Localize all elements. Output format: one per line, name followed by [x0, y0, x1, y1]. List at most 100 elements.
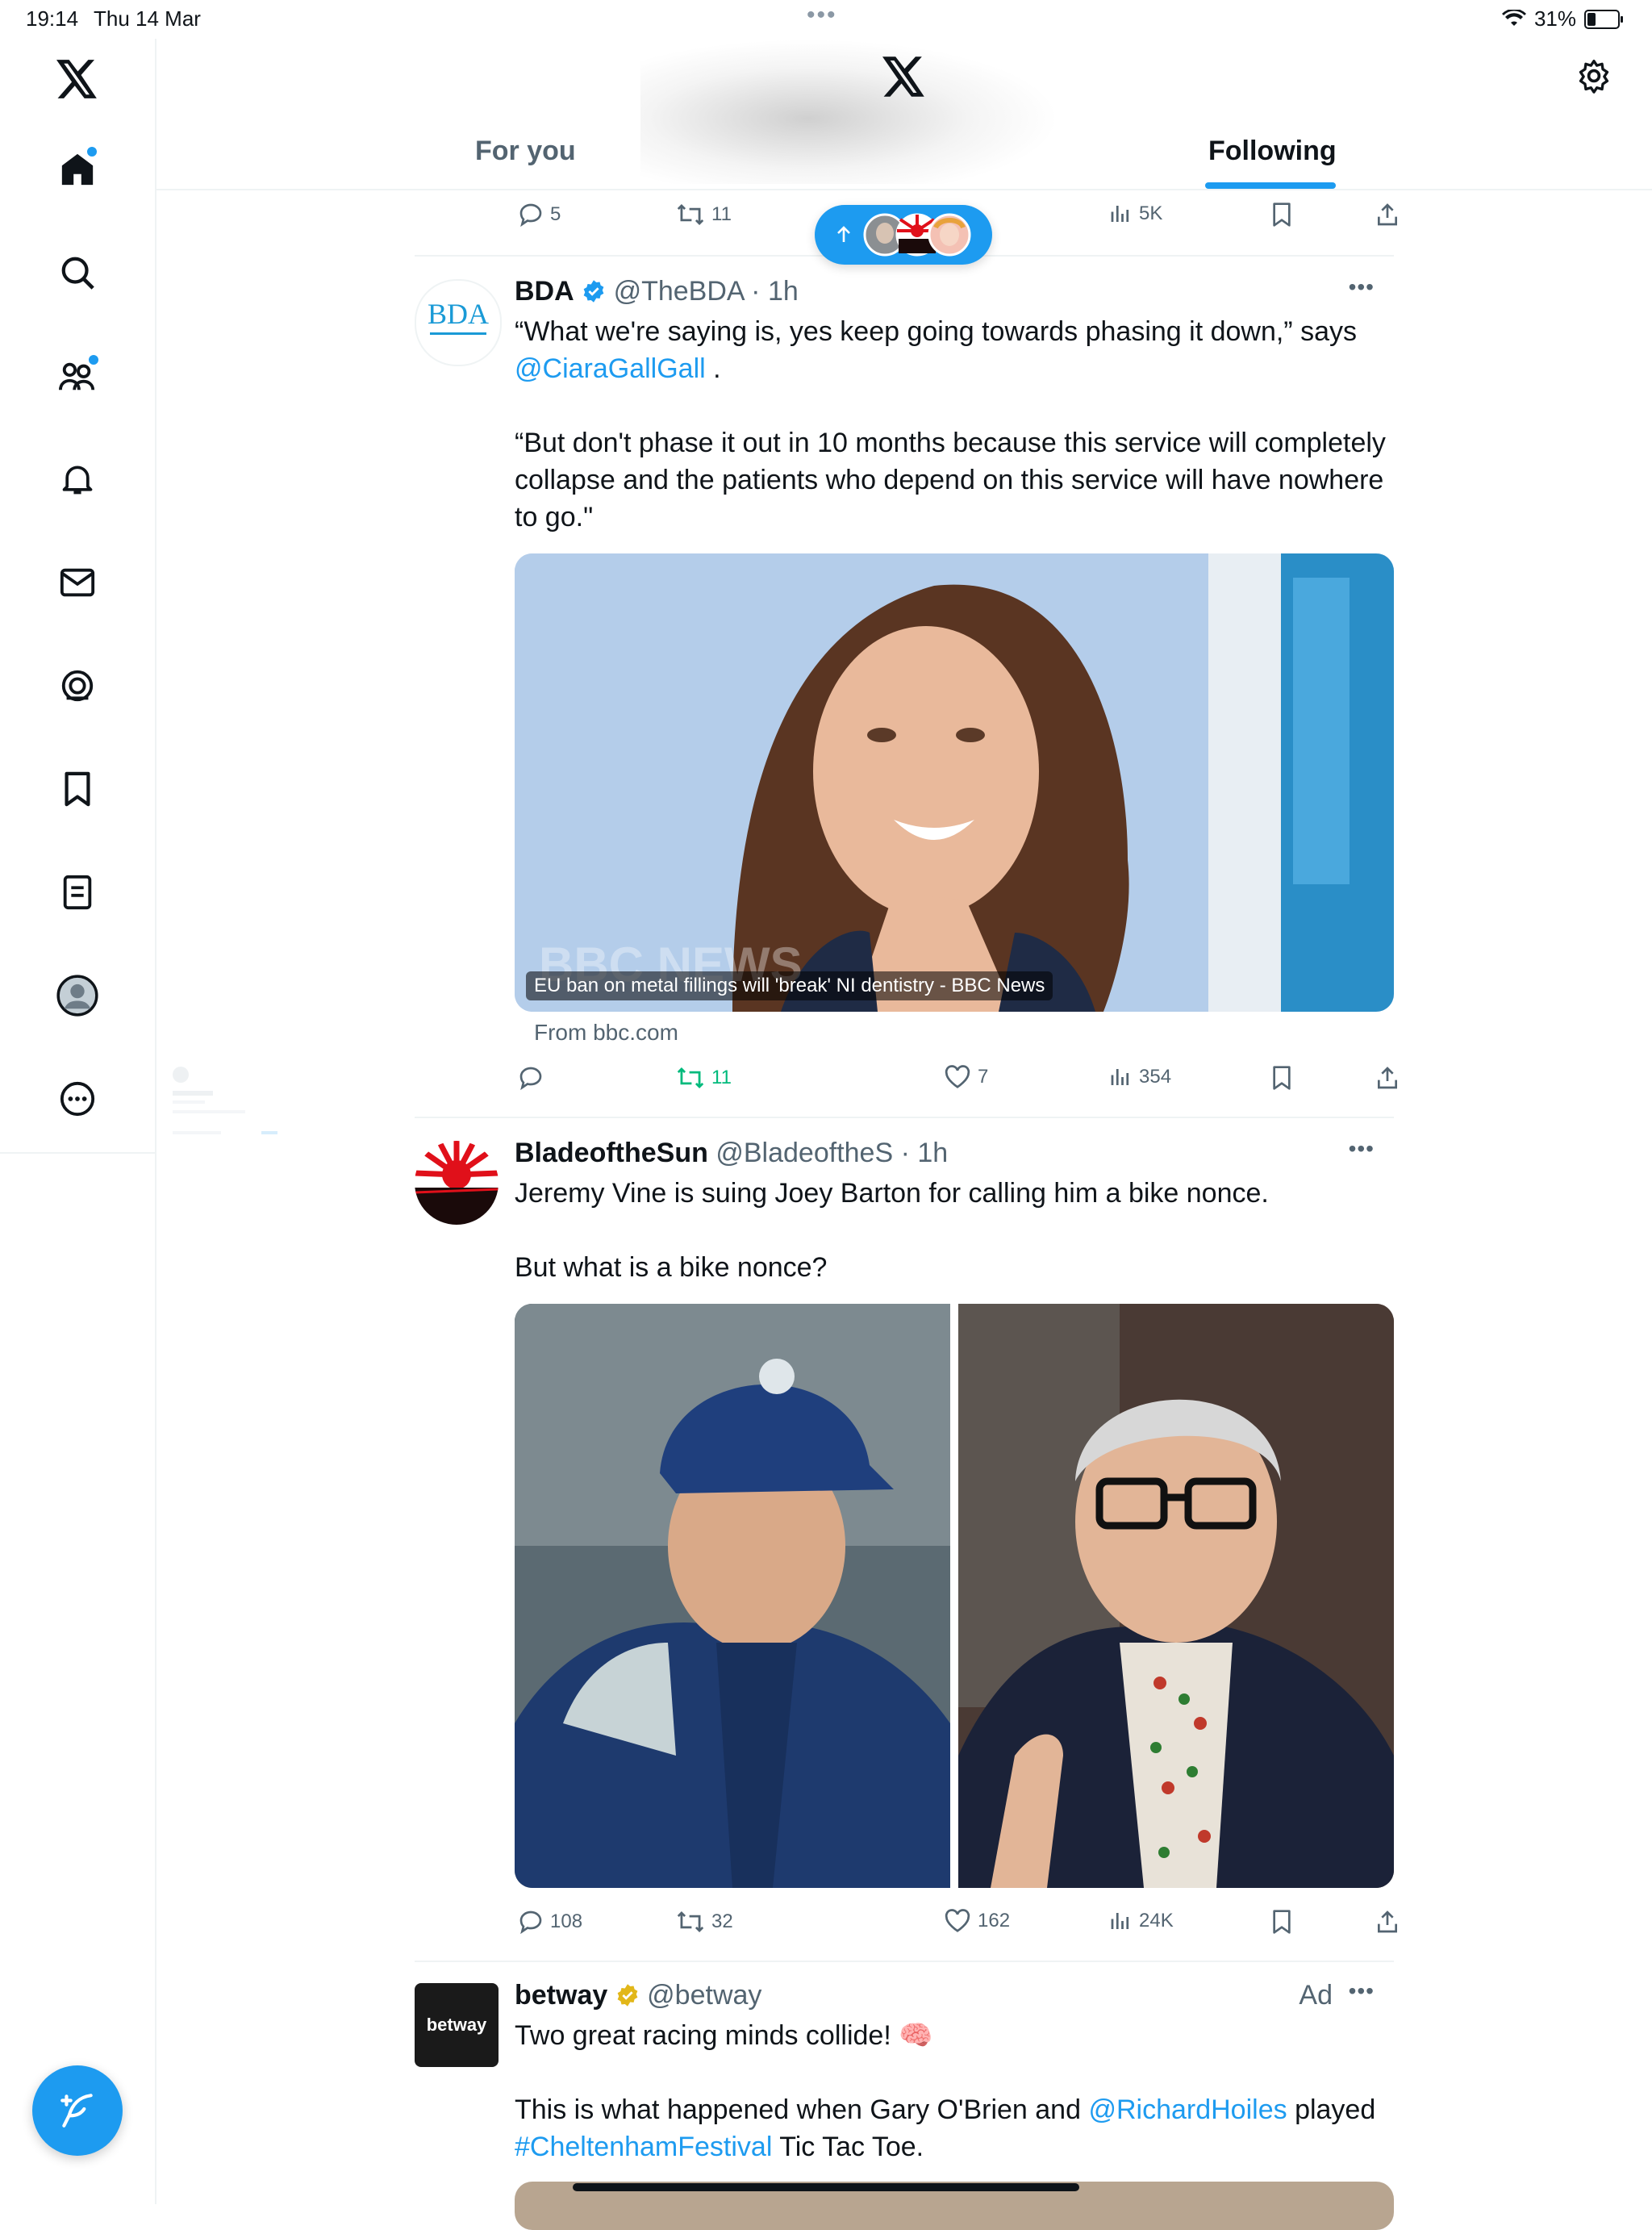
reply-button[interactable]	[518, 1065, 550, 1091]
link-card-caption: EU ban on metal fillings will 'break' NI…	[526, 971, 1053, 1000]
compose-post-button[interactable]	[32, 2065, 123, 2156]
lists-icon[interactable]	[52, 867, 103, 918]
battery-icon	[1584, 9, 1623, 29]
author-handle[interactable]: @BladeoftheS	[715, 1138, 893, 1168]
rising-sun-avatar	[415, 1141, 499, 1225]
reply-button[interactable]: 5	[518, 202, 561, 228]
tweet-more-icon[interactable]: •••	[1349, 1136, 1375, 1162]
share-button[interactable]	[1375, 1065, 1400, 1091]
share-icon	[1378, 1911, 1397, 1933]
like-button[interactable]: 7	[944, 1065, 988, 1089]
tweet-header: BladeoftheSun @BladeoftheS · 1h	[515, 1138, 948, 1169]
bookmark-button[interactable]	[1271, 1909, 1292, 1935]
like-button[interactable]: 162	[944, 1909, 1010, 1933]
author-handle[interactable]: @TheBDA	[614, 276, 744, 307]
x-logo-icon[interactable]	[52, 53, 103, 105]
home-indicator	[573, 2183, 1079, 2191]
tweet-header: BDA @TheBDA · 1h	[515, 276, 799, 307]
status-date: Thu 14 Mar	[94, 6, 201, 31]
tweet-text-part: played	[1295, 2094, 1376, 2125]
repost-count: 11	[711, 203, 732, 225]
reply-icon	[519, 203, 542, 228]
views-chart-icon	[1111, 206, 1129, 222]
repost-button[interactable]: 11	[676, 1065, 732, 1091]
tweet-more-icon[interactable]: •••	[1349, 274, 1375, 300]
active-tab-indicator	[1205, 182, 1336, 189]
tweet-text-part: Tic Tac Toe.	[779, 2132, 924, 2162]
views-chart-icon	[1111, 1913, 1129, 1929]
search-icon[interactable]	[52, 247, 103, 299]
tab-following[interactable]: Following	[1208, 136, 1337, 167]
author-name[interactable]: betway	[515, 1980, 607, 2011]
multitasking-dots-icon[interactable]: •••	[807, 2, 837, 29]
repost-icon	[677, 203, 704, 226]
tweet-action-bar: 11 7 354	[518, 1065, 1397, 1105]
new-post-avatars	[863, 213, 971, 257]
author-name[interactable]: BDA	[515, 276, 574, 307]
wifi-icon	[1501, 9, 1526, 26]
more-options-icon[interactable]	[52, 1073, 103, 1125]
arrow-up-icon	[837, 226, 850, 242]
mention-link[interactable]: @RichardHoiles	[1088, 2094, 1287, 2125]
header-blur-overlay	[640, 39, 1060, 184]
notifications-bell-icon[interactable]	[52, 453, 103, 505]
new-posts-pill[interactable]	[815, 205, 992, 265]
repost-button[interactable]: 32	[676, 1909, 733, 1935]
tab-for-you[interactable]: For you	[475, 136, 576, 167]
bookmark-button[interactable]	[1271, 1065, 1292, 1091]
views-count: 5K	[1139, 203, 1163, 224]
link-card-image[interactable]: BBC NEWS EU ban on metal fillings will '…	[515, 553, 1394, 1012]
share-button[interactable]	[1375, 1909, 1400, 1935]
reply-count: 108	[550, 1911, 583, 1932]
author-name[interactable]: BladeoftheSun	[515, 1138, 708, 1168]
tweet-text: “What we're saying is, yes keep going to…	[515, 313, 1394, 387]
image-right-jeremy-vine[interactable]	[958, 1304, 1394, 1888]
man-in-glasses-photo	[958, 1304, 1394, 1888]
grok-spaces-icon[interactable]	[52, 660, 103, 712]
avatar-bda[interactable]: BDA	[415, 279, 502, 366]
views-button[interactable]: 5K	[1108, 202, 1162, 226]
communities-notification-dot	[87, 353, 100, 366]
like-count: 162	[978, 1910, 1011, 1931]
sidebar-divider	[0, 1152, 155, 1154]
sidebar	[0, 39, 156, 2204]
tweet-text-body: This is what happened when Gary O'Brien …	[515, 2091, 1394, 2165]
tweet-more-icon[interactable]: •••	[1349, 1978, 1375, 2004]
views-button[interactable]: 24K	[1108, 1909, 1174, 1933]
tweet-text: Jeremy Vine is suing Joey Barton for cal…	[515, 1178, 1269, 1209]
bookmark-button[interactable]	[1271, 202, 1292, 228]
bookmark-icon	[1273, 1910, 1291, 1934]
communities-icon[interactable]	[52, 350, 103, 402]
verified-badge-icon	[583, 280, 604, 303]
repost-button[interactable]: 11	[676, 202, 732, 228]
tweet-text-line: “What we're saying is, yes keep going to…	[515, 316, 1357, 347]
bookmarks-icon[interactable]	[52, 763, 103, 815]
image-left-joey-barton[interactable]	[515, 1304, 950, 1888]
avatar-betway[interactable]: betway	[415, 1983, 499, 2067]
views-button[interactable]: 354	[1108, 1065, 1171, 1089]
repost-count: 11	[711, 1067, 732, 1088]
tweet-text-punct: .	[713, 353, 721, 384]
status-bar: 19:14 Thu 14 Mar ••• 31%	[0, 0, 1652, 39]
views-count: 354	[1139, 1066, 1172, 1088]
ad-label: Ad	[1299, 1980, 1333, 2011]
messages-envelope-icon[interactable]	[52, 557, 103, 608]
mention-link[interactable]: @CiaraGallGall	[515, 353, 706, 384]
share-icon	[1378, 1067, 1397, 1089]
views-count: 24K	[1139, 1910, 1174, 1931]
avatar-bladeofthesun[interactable]	[415, 1141, 499, 1225]
author-handle[interactable]: @betway	[647, 1980, 761, 2011]
reply-button[interactable]: 108	[518, 1909, 582, 1935]
hashtag-link[interactable]: #CheltenhamFestival	[515, 2132, 772, 2162]
share-button[interactable]	[1375, 202, 1400, 228]
tweet-divider	[415, 1117, 1394, 1118]
profile-avatar-icon[interactable]	[52, 970, 103, 1021]
tweet-image-grid	[515, 1304, 1394, 1888]
status-right: 31%	[1501, 6, 1623, 31]
settings-gear-icon[interactable]	[1576, 58, 1612, 98]
bookmark-icon	[1273, 1066, 1291, 1090]
share-icon	[1378, 203, 1397, 226]
tweet-time: · 1h	[900, 1138, 949, 1168]
home-icon[interactable]	[52, 144, 103, 195]
battery-percent: 31%	[1533, 6, 1576, 31]
